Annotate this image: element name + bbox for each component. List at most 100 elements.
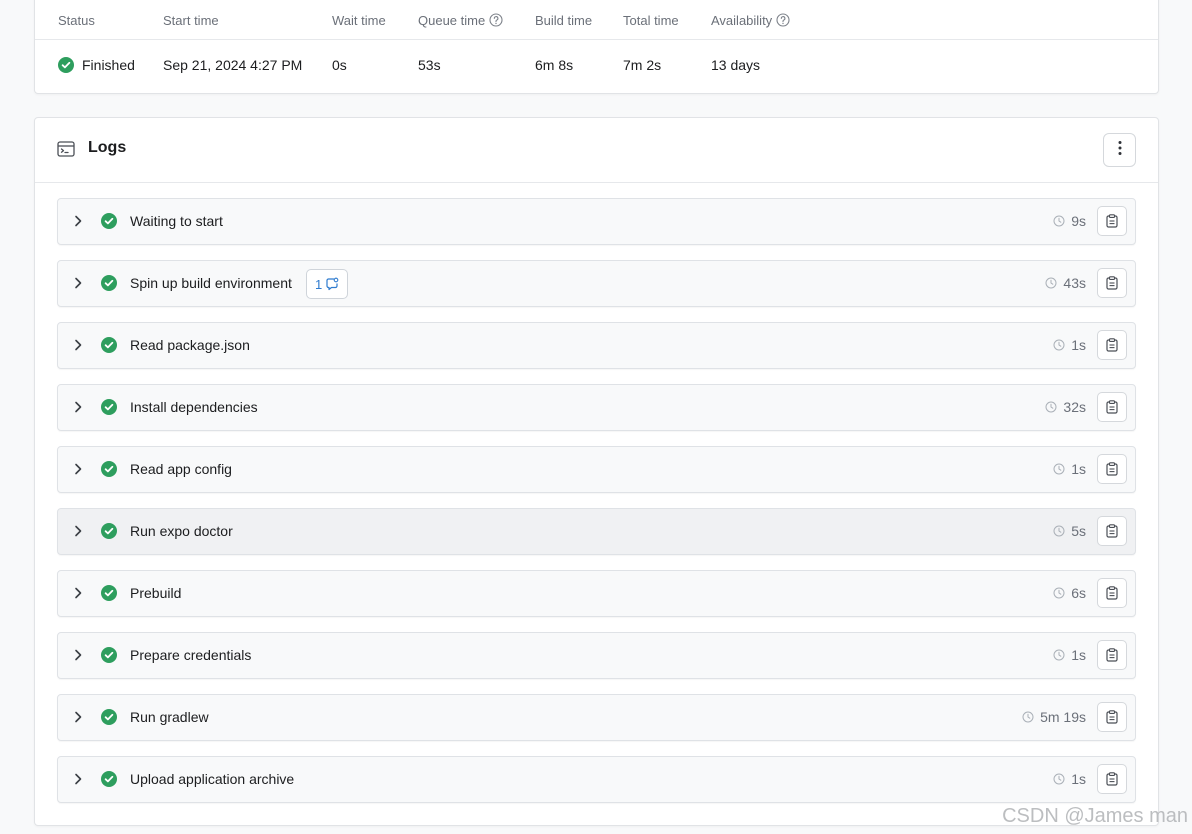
chevron-right-icon[interactable] <box>73 462 83 476</box>
check-circle-icon <box>101 461 117 477</box>
log-step-row[interactable]: Run expo doctor 5s <box>57 508 1136 555</box>
build-stats-card: Status Start time Wait time Queue time B… <box>34 0 1159 94</box>
log-step-duration: 6s <box>1071 585 1086 601</box>
clock-icon <box>1053 649 1065 661</box>
clipboard-icon <box>1106 524 1118 538</box>
chevron-right-icon[interactable] <box>73 648 83 662</box>
chevron-right-icon[interactable] <box>73 276 83 290</box>
availability-header-label: Availability <box>711 12 773 28</box>
queue-time-header: Queue time <box>418 1 503 39</box>
check-circle-icon <box>101 213 117 229</box>
log-step-name: Spin up build environment <box>130 275 292 291</box>
log-step-meta: 32s <box>1045 392 1127 422</box>
log-step-duration: 9s <box>1071 213 1086 229</box>
log-step-name: Prebuild <box>130 585 182 601</box>
clipboard-icon <box>1106 276 1118 290</box>
comment-icon <box>325 277 339 291</box>
help-circle-icon[interactable] <box>776 13 790 27</box>
clock-icon <box>1045 277 1057 289</box>
queue-time-header-label: Queue time <box>418 12 486 28</box>
clock-icon <box>1045 401 1057 413</box>
chevron-right-icon[interactable] <box>73 214 83 228</box>
log-step-row[interactable]: Read app config 1s <box>57 446 1136 493</box>
copy-logs-button[interactable] <box>1097 516 1127 546</box>
status-header: Status <box>58 12 95 28</box>
copy-logs-button[interactable] <box>1097 640 1127 670</box>
log-steps-list: Waiting to start 9s Spin up build environm… <box>57 198 1136 818</box>
log-step-row[interactable]: Read package.json 1s <box>57 322 1136 369</box>
chevron-right-icon[interactable] <box>73 586 83 600</box>
clipboard-icon <box>1106 710 1118 724</box>
chevron-right-icon[interactable] <box>73 338 83 352</box>
log-step-name: Read package.json <box>130 337 250 353</box>
build-time-header: Build time <box>535 12 593 28</box>
logs-header: Logs <box>35 118 1158 183</box>
copy-logs-button[interactable] <box>1097 392 1127 422</box>
clock-icon <box>1053 773 1065 785</box>
watermark: CSDN @James man <box>1002 805 1188 827</box>
clipboard-icon <box>1106 214 1118 228</box>
log-step-meta: 1s <box>1053 640 1127 670</box>
status-value: Finished <box>58 40 135 89</box>
logs-title: Logs <box>88 139 127 156</box>
annotation-count: 1 <box>315 276 323 292</box>
log-step-meta: 1s <box>1053 454 1127 484</box>
status-label: Finished <box>82 56 135 73</box>
clipboard-icon <box>1106 586 1118 600</box>
annotation-badge[interactable]: 1 <box>306 269 349 299</box>
clock-icon <box>1053 215 1065 227</box>
log-step-duration: 1s <box>1071 771 1086 787</box>
chevron-right-icon[interactable] <box>73 524 83 538</box>
log-step-row[interactable]: Upload application archive 1s <box>57 756 1136 803</box>
log-step-meta: 6s <box>1053 578 1127 608</box>
copy-logs-button[interactable] <box>1097 578 1127 608</box>
queue-time-value: 53s <box>418 56 441 73</box>
start-time-value: Sep 21, 2024 4:27 PM <box>163 56 303 73</box>
chevron-right-icon[interactable] <box>73 772 83 786</box>
stats-header-row: Status Start time Wait time Queue time B… <box>35 1 1158 40</box>
log-step-name: Install dependencies <box>130 399 258 415</box>
log-step-duration: 1s <box>1071 461 1086 477</box>
copy-logs-button[interactable] <box>1097 330 1127 360</box>
copy-logs-button[interactable] <box>1097 206 1127 236</box>
check-circle-icon <box>58 56 74 73</box>
copy-logs-button[interactable] <box>1097 268 1127 298</box>
log-step-meta: 5m 19s <box>1022 702 1127 732</box>
clock-icon <box>1053 587 1065 599</box>
copy-logs-button[interactable] <box>1097 454 1127 484</box>
log-step-meta: 9s <box>1053 206 1127 236</box>
check-circle-icon <box>101 709 117 725</box>
log-step-duration: 5s <box>1071 523 1086 539</box>
clock-icon <box>1053 463 1065 475</box>
log-step-row[interactable]: Prebuild 6s <box>57 570 1136 617</box>
chevron-right-icon[interactable] <box>73 710 83 724</box>
log-step-name: Run expo doctor <box>130 523 233 539</box>
log-step-row[interactable]: Install dependencies 32s <box>57 384 1136 431</box>
copy-logs-button[interactable] <box>1097 702 1127 732</box>
clipboard-icon <box>1106 338 1118 352</box>
clipboard-icon <box>1106 648 1118 662</box>
chevron-right-icon[interactable] <box>73 400 83 414</box>
check-circle-icon <box>101 399 117 415</box>
start-time-header: Start time <box>163 12 219 28</box>
log-step-duration: 5m 19s <box>1040 709 1086 725</box>
terminal-icon <box>57 140 75 158</box>
log-step-name: Read app config <box>130 461 232 477</box>
check-circle-icon <box>101 337 117 353</box>
wait-time-value: 0s <box>332 56 347 73</box>
logs-more-button[interactable] <box>1103 133 1136 167</box>
log-step-row[interactable]: Run gradlew 5m 19s <box>57 694 1136 741</box>
clock-icon <box>1053 339 1065 351</box>
copy-logs-button[interactable] <box>1097 764 1127 794</box>
log-step-name: Waiting to start <box>130 213 223 229</box>
help-circle-icon[interactable] <box>489 13 503 27</box>
log-step-row[interactable]: Prepare credentials 1s <box>57 632 1136 679</box>
check-circle-icon <box>101 275 117 291</box>
log-step-row[interactable]: Waiting to start 9s <box>57 198 1136 245</box>
total-time-header: Total time <box>623 12 679 28</box>
log-step-meta: 1s <box>1053 764 1127 794</box>
clipboard-icon <box>1106 772 1118 786</box>
log-step-row[interactable]: Spin up build environment 1 43s <box>57 260 1136 307</box>
availability-header: Availability <box>711 1 790 39</box>
logs-card: Logs Waiting to start 9s Spin up build env… <box>34 117 1159 826</box>
